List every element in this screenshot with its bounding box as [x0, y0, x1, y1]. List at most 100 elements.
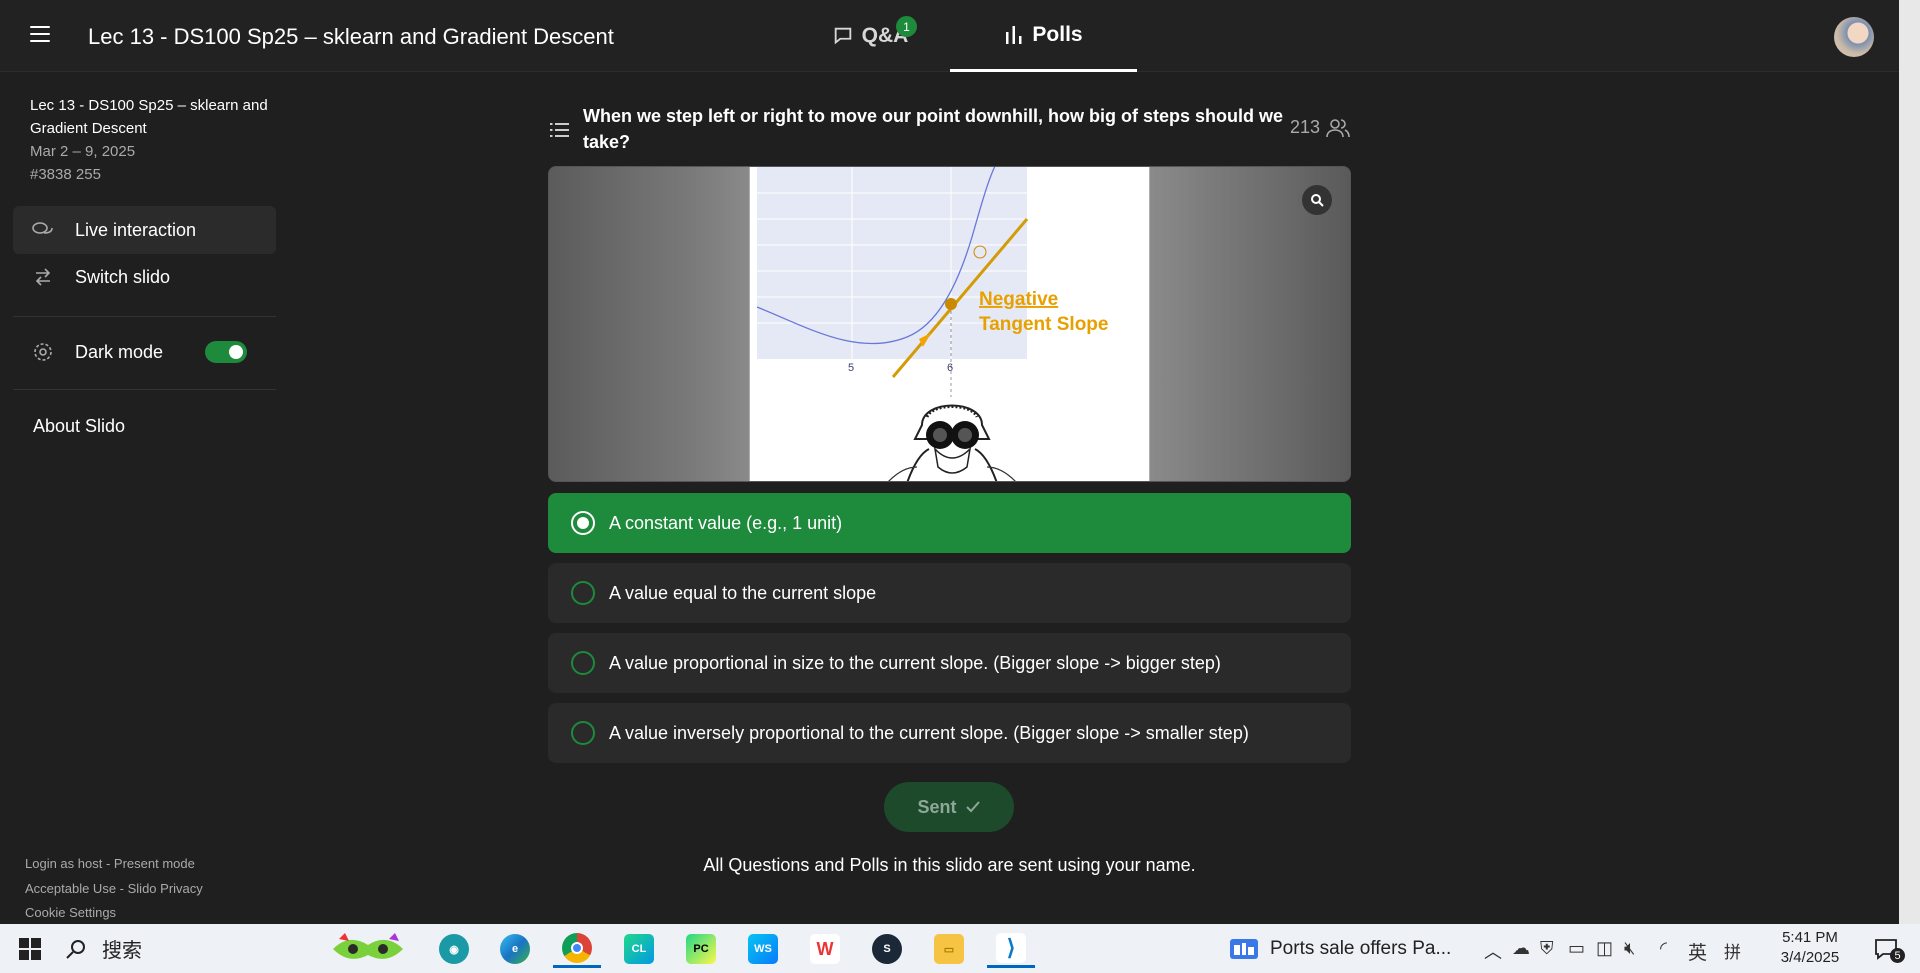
- bar-chart-icon: [1006, 25, 1022, 44]
- clock-date: 3/4/2025: [1780, 949, 1840, 966]
- event-code: #3838 255: [30, 166, 101, 183]
- list-icon: [550, 123, 569, 137]
- anonymity-note: All Questions and Polls in this slido ar…: [703, 855, 1196, 875]
- event-title: Lec 13 - DS100 Sp25 – sklearn and Gradie…: [88, 24, 614, 49]
- tab-polls[interactable]: Polls: [950, 0, 1137, 72]
- top-header: Lec 13 - DS100 Sp25 – sklearn and Gradie…: [0, 0, 1899, 72]
- sidebar-item-label: Switch slido: [75, 266, 171, 287]
- chrome-browser-icon[interactable]: [553, 930, 601, 968]
- news-headline: Ports sale offers Pa...: [1270, 937, 1452, 959]
- poll-option-label: A value equal to the current slope: [609, 582, 877, 603]
- slide-image: Negative Tangent Slope 5 6: [756, 167, 1144, 481]
- news-widget[interactable]: Ports sale offers Pa...: [1230, 924, 1451, 973]
- sidebar-item-live-interaction[interactable]: Live interaction: [13, 206, 276, 254]
- windows-start-icon[interactable]: [6, 930, 54, 968]
- carnival-mask-icon[interactable]: [328, 930, 408, 968]
- slido-privacy-link[interactable]: Slido Privacy: [128, 881, 203, 896]
- system-clock[interactable]: 5:41 PM 3/4/2025: [1765, 928, 1855, 968]
- participant-count-value: 213: [1290, 117, 1321, 137]
- sidebar-divider: [13, 316, 276, 317]
- poll-option-2[interactable]: A value equal to the current slope: [548, 563, 1351, 623]
- slide-label-tangent-slope: Tangent Slope: [979, 314, 1108, 335]
- slido-app: Lec 13 - DS100 Sp25 – sklearn and Gradie…: [0, 0, 1899, 924]
- swap-arrows-icon: [31, 265, 55, 289]
- dark-mode-toggle[interactable]: [205, 341, 247, 363]
- poll-option-label: A value proportional in size to the curr…: [609, 652, 1221, 673]
- webstorm-icon[interactable]: WS: [739, 930, 787, 968]
- taskbar-search[interactable]: 搜索: [64, 924, 324, 973]
- wps-office-icon[interactable]: W: [801, 930, 849, 968]
- user-avatar[interactable]: [1834, 17, 1874, 57]
- poll-option-1[interactable]: A constant value (e.g., 1 unit): [548, 493, 1351, 553]
- sidebar-item-label: Dark mode: [75, 341, 164, 362]
- acceptable-use-link[interactable]: Acceptable Use: [25, 881, 116, 896]
- slide-tick-5: 5: [848, 362, 854, 374]
- sent-button-label: Sent: [917, 796, 957, 817]
- sidebar-item-label: Live interaction: [75, 219, 197, 240]
- file-explorer-icon[interactable]: ▭: [925, 930, 973, 968]
- radio-button[interactable]: [571, 651, 595, 675]
- separator: -: [102, 856, 114, 871]
- search-label: 搜索: [102, 940, 142, 962]
- poll-option-4[interactable]: A value inversely proportional to the cu…: [548, 703, 1351, 763]
- qa-count-badge: 1: [896, 16, 917, 37]
- radio-button[interactable]: [571, 511, 595, 535]
- battery-icon[interactable]: ▭: [1568, 938, 1585, 959]
- sent-button[interactable]: Sent: [884, 782, 1014, 832]
- poll-option-label: A value inversely proportional to the cu…: [609, 722, 1249, 743]
- vpn-icon[interactable]: ⛨: [1540, 938, 1554, 959]
- poll-option-3[interactable]: A value proportional in size to the curr…: [548, 633, 1351, 693]
- slide-tick-6: 6: [947, 362, 953, 374]
- magnifier-icon: [1311, 194, 1324, 207]
- zoom-image-button[interactable]: [1302, 185, 1332, 215]
- sidebar-divider: [13, 389, 276, 390]
- news-icon: [1230, 938, 1258, 959]
- chat-bubbles-icon: [31, 218, 55, 242]
- brain-app-icon[interactable]: ◉: [430, 930, 478, 968]
- people-icon: [1326, 118, 1350, 137]
- ime-mode[interactable]: 拼: [1724, 938, 1741, 963]
- sidebar-item-label: About Slido: [33, 415, 126, 436]
- radio-button[interactable]: [571, 581, 595, 605]
- ime-language[interactable]: 英: [1688, 938, 1707, 965]
- volume-muted-icon[interactable]: 🔇︎: [1624, 938, 1635, 959]
- login-as-host-link[interactable]: Login as host: [25, 856, 102, 871]
- present-mode-link[interactable]: Present mode: [114, 856, 195, 871]
- chat-bubble-icon: [834, 27, 851, 45]
- notification-count: 5: [1890, 948, 1905, 963]
- window-scrollbar[interactable]: [1899, 0, 1920, 924]
- event-dates: Mar 2 – 9, 2025: [30, 143, 136, 160]
- notification-center-icon[interactable]: 5: [1862, 930, 1910, 968]
- onedrive-cloud-icon[interactable]: ☁: [1512, 938, 1530, 959]
- chevron-up-icon[interactable]: ︿: [1484, 938, 1502, 964]
- wifi-icon[interactable]: ◜: [1660, 938, 1667, 959]
- footer-links-row1: Login as host - Present mode: [25, 856, 195, 871]
- participant-count: 213: [1290, 117, 1350, 138]
- cookie-settings-link[interactable]: Cookie Settings: [25, 905, 116, 920]
- checkmark-icon: [965, 801, 980, 813]
- sidebar: Lec 13 - DS100 Sp25 – sklearn and Gradie…: [0, 72, 290, 924]
- clock-time: 5:41 PM: [1782, 929, 1838, 946]
- search-icon: [66, 939, 85, 959]
- steam-icon[interactable]: S: [863, 930, 911, 968]
- edge-browser-icon[interactable]: e: [491, 930, 539, 968]
- poll-question: When we step left or right to move our p…: [583, 106, 1283, 152]
- pycharm-icon[interactable]: PC: [677, 930, 725, 968]
- vscode-icon[interactable]: ⟩: [987, 930, 1035, 968]
- poll-image[interactable]: Negative Tangent Slope 5 6: [548, 166, 1351, 482]
- hamburger-menu-icon[interactable]: [30, 26, 50, 44]
- tab-polls-label: Polls: [1032, 22, 1083, 46]
- radio-button[interactable]: [571, 721, 595, 745]
- camera-icon[interactable]: ◫: [1596, 938, 1613, 959]
- tab-qa[interactable]: Q&A: [805, 0, 935, 72]
- slide-label-negative: Negative: [979, 289, 1058, 310]
- gradient-descent-diagram: Negative Tangent Slope 5 6: [756, 167, 1108, 481]
- windows-taskbar: 搜索 ◉ e CL PC WS W S ▭ ⟩ Ports sale offer…: [0, 924, 1920, 973]
- poll-option-label: A constant value (e.g., 1 unit): [609, 512, 843, 533]
- sidebar-item-about-slido[interactable]: About Slido: [13, 402, 276, 450]
- binoculars-person-illustration: [888, 404, 1016, 481]
- sidebar-item-switch-slido[interactable]: Switch slido: [13, 253, 276, 301]
- separator: -: [116, 881, 128, 896]
- clion-icon[interactable]: CL: [615, 930, 663, 968]
- footer-links-row3: Cookie Settings: [25, 905, 116, 920]
